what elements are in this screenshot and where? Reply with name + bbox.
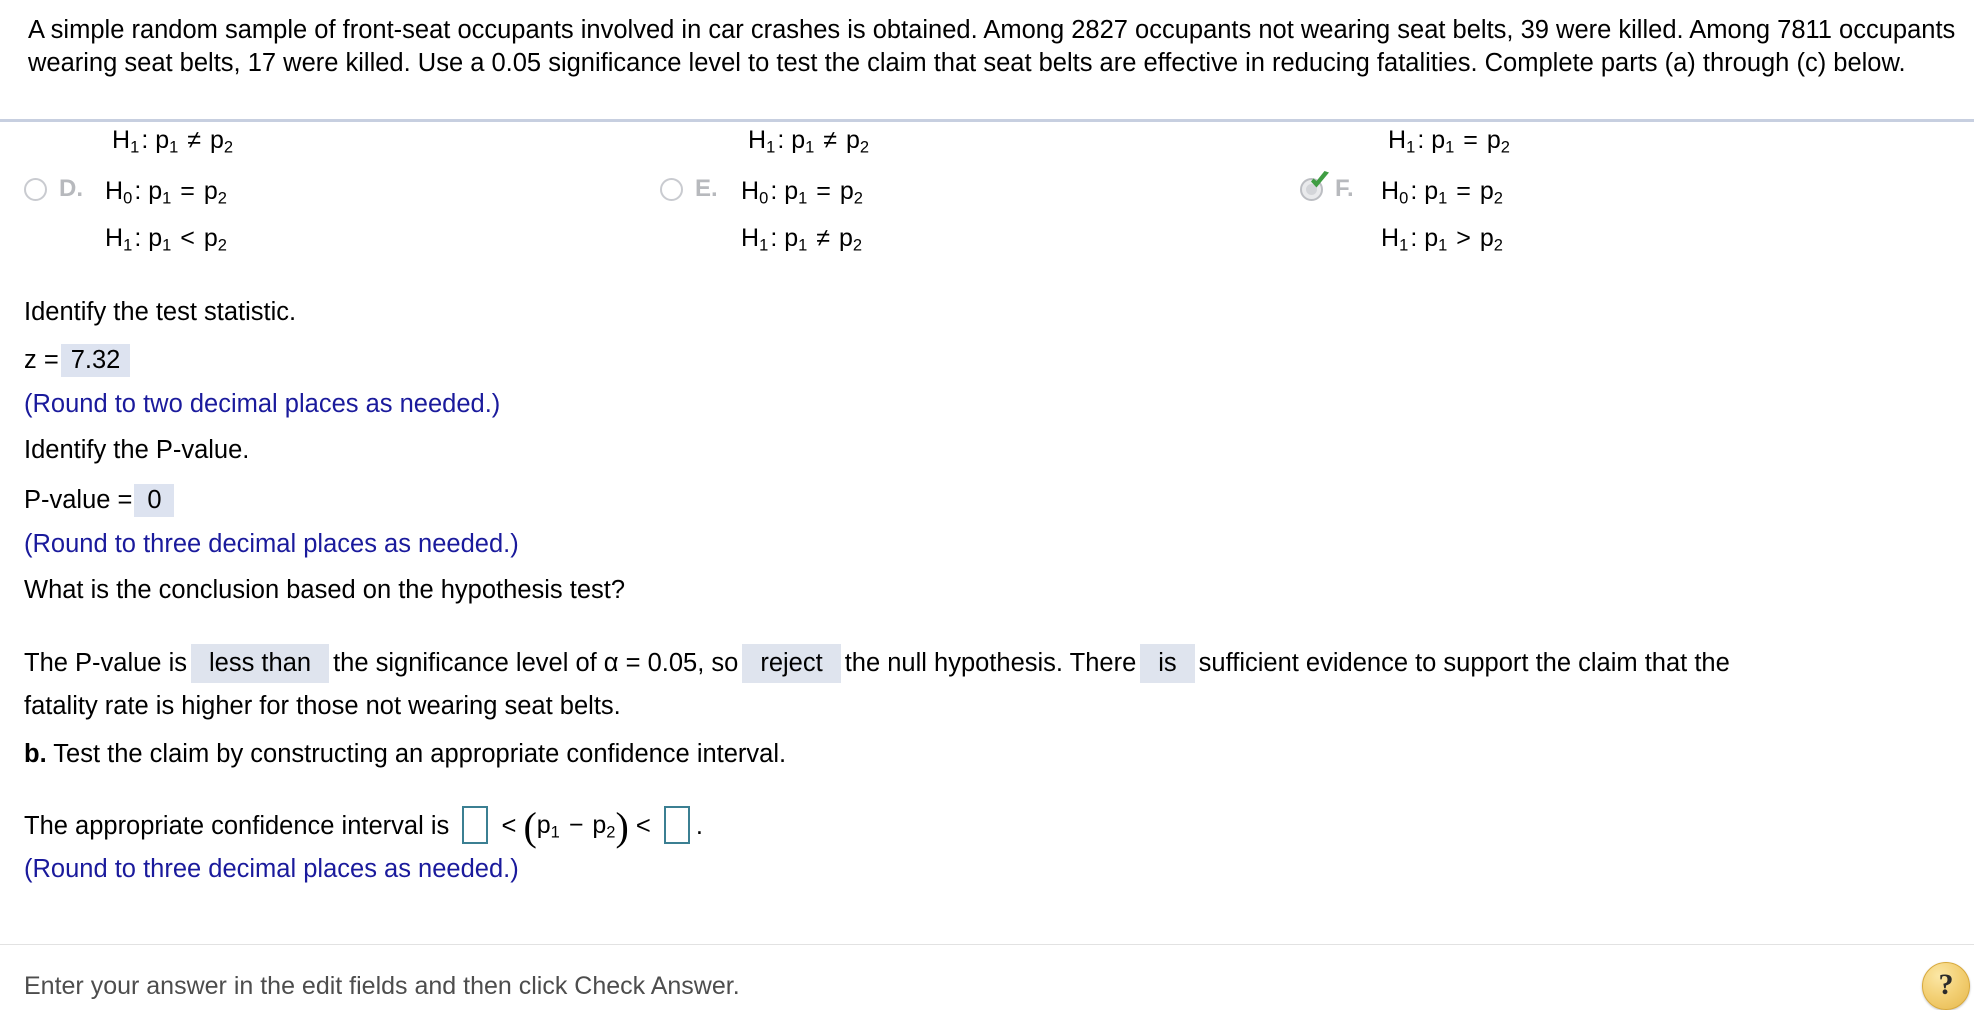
part-b-text: Test the claim by constructing an approp… [53, 740, 787, 768]
ci-prefix: The appropriate confidence interval is [24, 812, 450, 840]
conclusion-text-1: The P-value is [24, 649, 187, 677]
p-value-hint: (Round to three decimal places as needed… [24, 530, 519, 558]
part-b-line: b. Test the claim by constructing an app… [24, 740, 786, 769]
choice-body-d: H0 : p1 = p2 H1 : p1 < p2 [105, 172, 227, 265]
choice-letter-f: F. [1335, 175, 1354, 202]
conclusion-line-1: The P-value is less than the significanc… [24, 644, 1730, 683]
ci-lt-1: < [501, 812, 517, 840]
radio-option-e[interactable] [660, 178, 683, 201]
conclusion-dropdown-comparison[interactable]: less than [191, 644, 330, 683]
test-statistic-hint: (Round to two decimal places as needed.) [24, 390, 501, 418]
choice-letter-d: D. [59, 175, 83, 202]
test-statistic-line: z = 7.32 [24, 344, 132, 377]
choice-option-f[interactable]: F. H0 : p1 = p2 H1 : p1 > p2 [1300, 171, 1503, 265]
ci-lower-input[interactable] [462, 806, 489, 844]
ci-lt-2: < [635, 812, 651, 840]
choice-e-alt: H1 : p1 ≠ p2 [741, 223, 863, 255]
ci-upper-input[interactable] [663, 806, 690, 844]
conclusion-text-4: sufficient evidence to support the claim… [1198, 649, 1730, 677]
footer-divider [0, 944, 1974, 945]
p-value-label: P-value = [24, 486, 133, 514]
ci-period: . [695, 812, 703, 840]
choice-c-alt-tail: H1 : p1 ≠ p2 [112, 126, 234, 157]
p-value-prompt: Identify the P-value. [24, 436, 250, 464]
conclusion-dropdown-evidence[interactable]: is [1140, 644, 1195, 683]
confidence-interval-hint: (Round to three decimal places as needed… [24, 855, 519, 883]
conclusion-line-2: fatality rate is higher for those not we… [24, 692, 621, 720]
choice-letter-e: E. [695, 175, 718, 202]
footer-instruction: Enter your answer in the edit fields and… [24, 972, 740, 1000]
choice-b-alt-tail: H1 : p1 ≠ p2 [748, 126, 870, 157]
left-paren: ( [523, 804, 537, 850]
conclusion-question: What is the conclusion based on the hypo… [24, 576, 626, 604]
test-statistic-prompt: Identify the test statistic. [24, 298, 297, 326]
right-paren: ) [615, 804, 629, 850]
hypothesis-choice-group: H1 : p1 ≠ p2 D. H0 : p1 = p2 H1 : p1 < p… [0, 126, 1974, 262]
choice-d-alt: H1 : p1 < p2 [105, 223, 227, 255]
choice-body-f: H0 : p1 = p2 H1 : p1 > p2 [1381, 172, 1503, 265]
choice-d-null: H0 : p1 = p2 [105, 177, 227, 208]
problem-statement: A simple random sample of front-seat occ… [28, 16, 1956, 77]
choice-column-d: H1 : p1 ≠ p2 D. H0 : p1 = p2 H1 : p1 < p… [24, 126, 664, 262]
ci-expression: (p1 − p2) [523, 804, 629, 850]
choice-option-e[interactable]: E. H0 : p1 = p2 H1 : p1 ≠ p2 [660, 172, 863, 265]
choice-e-null: H0 : p1 = p2 [741, 177, 863, 208]
confidence-interval-line: The appropriate confidence interval is <… [24, 804, 703, 850]
radio-option-d[interactable] [24, 178, 47, 201]
part-b-label: b. [24, 740, 47, 768]
z-value-field[interactable]: 7.32 [60, 344, 131, 377]
radio-option-f-selected[interactable] [1300, 171, 1329, 201]
conclusion-text-2: the significance level of α = 0.05, so [333, 649, 739, 677]
choice-column-f: H1 : p1 = p2 F. H0 : p1 = p2 H1 : p1 > p… [1300, 126, 1940, 262]
choice-body-e: H0 : p1 = p2 H1 : p1 ≠ p2 [741, 172, 863, 265]
choice-f-alt: H1 : p1 > p2 [1381, 223, 1503, 255]
help-button[interactable]: ? [1922, 962, 1970, 1010]
top-divider [0, 119, 1974, 122]
choice-option-d[interactable]: D. H0 : p1 = p2 H1 : p1 < p2 [24, 172, 227, 265]
radio-inner-dot [1306, 184, 1317, 195]
p-value-field[interactable]: 0 [134, 484, 175, 517]
choice-f-null: H0 : p1 = p2 [1381, 177, 1503, 208]
choice-column-e: H1 : p1 ≠ p2 E. H0 : p1 = p2 H1 : p1 ≠ p… [660, 126, 1300, 262]
p-value-line: P-value = 0 [24, 484, 176, 517]
ci-expr-body: p1 − p2 [536, 811, 616, 842]
conclusion-text-3: the null hypothesis. There [844, 649, 1137, 677]
z-label: z = [24, 346, 59, 374]
conclusion-dropdown-decision[interactable]: reject [742, 644, 841, 683]
choice-a-alt-tail: H1 : p1 = p2 [1388, 126, 1510, 157]
